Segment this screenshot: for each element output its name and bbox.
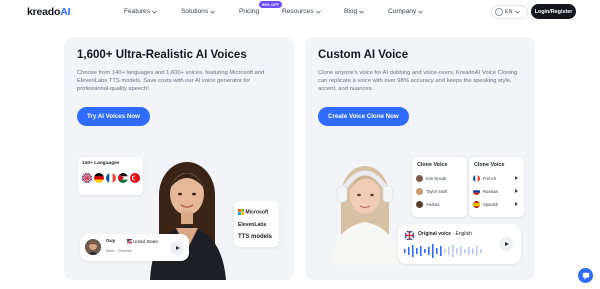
card-title: Custom AI Voice bbox=[318, 49, 409, 61]
audio-waveform bbox=[404, 244, 482, 258]
elevenlabs-logo: ElevenLabs bbox=[238, 222, 267, 228]
us-flag-icon bbox=[127, 239, 132, 245]
play-icon[interactable] bbox=[515, 202, 518, 206]
login-register-button[interactable]: Login/Register bbox=[531, 4, 576, 19]
spain-flag-icon bbox=[473, 200, 480, 208]
microsoft-icon bbox=[238, 209, 244, 215]
chat-bubble-icon bbox=[582, 272, 589, 280]
chat-support-button[interactable] bbox=[578, 268, 593, 283]
pricing-discount-badge: 99% OFF bbox=[259, 1, 283, 8]
card-description: Choose from 140+ languages and 1,600+ vo… bbox=[77, 70, 265, 93]
clone-voice-item[interactable]: Kim Novak bbox=[416, 173, 463, 183]
create-voice-clone-button[interactable]: Create Voice Clone Now bbox=[318, 107, 409, 126]
play-icon[interactable] bbox=[515, 176, 518, 180]
chevron-down-icon bbox=[152, 10, 157, 13]
turkey-flag-icon bbox=[130, 173, 140, 183]
play-icon bbox=[175, 246, 180, 250]
chevron-down-icon bbox=[359, 10, 364, 13]
original-voice-card: Original voice · English bbox=[398, 224, 521, 264]
voice-name: Guy bbox=[106, 239, 116, 244]
nav-resources[interactable]: Resources bbox=[282, 8, 321, 15]
play-button[interactable] bbox=[170, 241, 184, 255]
original-voice-label: Original voice · English bbox=[418, 231, 472, 237]
clone-voice-item[interactable]: Taylor Swift bbox=[416, 186, 463, 196]
top-navbar: kreadoAI Features Solutions Pricing 99% … bbox=[0, 0, 600, 24]
clone-voice-item[interactable]: Russian bbox=[473, 186, 520, 196]
languages-label: 140+ Languages bbox=[82, 161, 120, 166]
play-button[interactable] bbox=[499, 237, 513, 251]
nav-blog[interactable]: Blog bbox=[344, 8, 364, 15]
chevron-down-icon bbox=[210, 10, 215, 13]
france-flag-icon bbox=[106, 173, 116, 183]
nav-features[interactable]: Features bbox=[124, 8, 157, 15]
voice-sample-card: Guy United States Male · Cheerful bbox=[80, 234, 189, 261]
uk-flag-icon bbox=[405, 231, 414, 240]
play-icon[interactable] bbox=[515, 189, 518, 193]
tts-providers-panel: Microsoft ElevenLabs TTS models bbox=[234, 201, 279, 247]
clone-voice-panel-celebrities: Clone Voice Kim Novak Taylor Swift Andre… bbox=[412, 157, 467, 217]
jordan-flag-icon bbox=[118, 173, 128, 183]
globe-icon bbox=[495, 8, 503, 16]
nav-company[interactable]: Company bbox=[388, 8, 423, 15]
voice-accent: United States bbox=[127, 239, 158, 245]
clone-voice-item[interactable]: Andrea bbox=[416, 199, 463, 209]
voice-avatar bbox=[416, 174, 423, 182]
chevron-down-icon bbox=[418, 10, 423, 13]
try-ai-voices-button[interactable]: Try AI Voices Now bbox=[77, 107, 150, 126]
card-title: 1,600+ Ultra-Realistic AI Voices bbox=[77, 49, 247, 61]
woman-headphones-image bbox=[331, 166, 399, 265]
uk-flag-icon bbox=[82, 173, 92, 183]
kreadoai-logo[interactable]: kreadoAI bbox=[27, 6, 71, 18]
voice-tags: Male · Cheerful bbox=[106, 249, 132, 253]
nav-solutions[interactable]: Solutions bbox=[181, 8, 215, 15]
card-description: Clone anyone's voice for AI dubbing and … bbox=[318, 70, 518, 93]
chevron-down-icon bbox=[514, 10, 520, 14]
voice-avatar bbox=[416, 200, 423, 208]
nav-pricing[interactable]: Pricing bbox=[239, 8, 259, 15]
russia-flag-icon bbox=[473, 187, 480, 195]
chevron-down-icon bbox=[315, 10, 321, 13]
germany-flag-icon bbox=[94, 173, 104, 183]
microsoft-logo: Microsoft bbox=[238, 209, 268, 215]
france-flag-icon bbox=[473, 174, 480, 182]
tts-models-label: TTS models bbox=[238, 234, 273, 240]
clone-voice-panel-languages: Clone Voice French Russian Spanish bbox=[469, 157, 524, 217]
play-icon bbox=[504, 242, 509, 246]
clone-voice-item[interactable]: French bbox=[473, 173, 520, 183]
language-selector[interactable]: EN bbox=[491, 5, 528, 19]
voice-avatar bbox=[416, 187, 423, 195]
guy-avatar bbox=[85, 239, 101, 255]
clone-voice-item[interactable]: Spanish bbox=[473, 199, 520, 209]
languages-panel: 140+ Languages bbox=[78, 157, 143, 195]
